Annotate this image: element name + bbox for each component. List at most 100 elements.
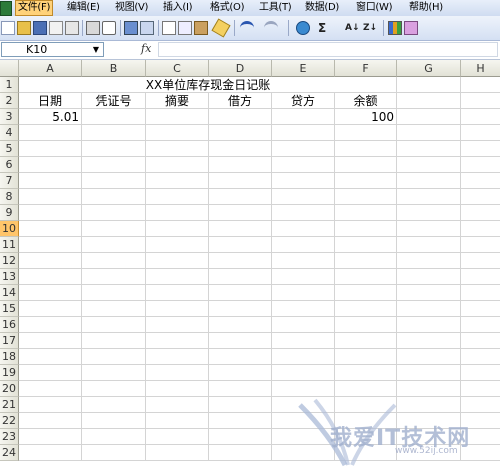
cell-e15[interactable] [272,301,335,317]
cell-c17[interactable] [146,333,209,349]
redo-icon[interactable] [264,21,278,35]
cell-e12[interactable] [272,253,335,269]
row-header-11[interactable]: 11 [0,237,19,253]
row-header-2[interactable]: 2 [0,93,19,109]
cell-b3[interactable] [82,109,146,125]
cell-a24[interactable] [19,445,82,461]
cell-a9[interactable] [19,205,82,221]
cell-e5[interactable] [272,141,335,157]
column-header-g[interactable]: G [397,60,461,77]
cell-e11[interactable] [272,237,335,253]
row-header-8[interactable]: 8 [0,189,19,205]
menu-window[interactable]: 窗口(W) [356,0,393,16]
cell-a17[interactable] [19,333,82,349]
cell-b17[interactable] [82,333,146,349]
cell-d12[interactable] [209,253,272,269]
cell-e23[interactable] [272,429,335,445]
cell-h19[interactable] [461,365,500,381]
cell-c13[interactable] [146,269,209,285]
copy-icon[interactable] [178,21,192,35]
spelling-icon[interactable] [124,21,138,35]
row-header-9[interactable]: 9 [0,205,19,221]
cell-c6[interactable] [146,157,209,173]
cell-f21[interactable] [335,397,397,413]
menu-help[interactable]: 帮助(H) [409,0,443,16]
cell-b2[interactable]: 凭证号 [82,93,146,109]
cell-c9[interactable] [146,205,209,221]
cell-e4[interactable] [272,125,335,141]
cell-d14[interactable] [209,285,272,301]
cell-h17[interactable] [461,333,500,349]
cell-b8[interactable] [82,189,146,205]
cell-d3[interactable] [209,109,272,125]
cell-e10[interactable] [272,221,335,237]
research-icon[interactable] [140,21,154,35]
cell-d10[interactable] [209,221,272,237]
cell-h8[interactable] [461,189,500,205]
row-header-16[interactable]: 16 [0,317,19,333]
cell-d2[interactable]: 借方 [209,93,272,109]
cell-a5[interactable] [19,141,82,157]
cell-h9[interactable] [461,205,500,221]
column-header-b[interactable]: B [82,60,146,77]
cell-g10[interactable] [397,221,461,237]
cell-b10[interactable] [82,221,146,237]
cell-e24[interactable] [272,445,335,461]
cell-e20[interactable] [272,381,335,397]
cell-d4[interactable] [209,125,272,141]
menu-format[interactable]: 格式(O) [210,0,244,16]
cell-f14[interactable] [335,285,397,301]
column-header-a[interactable]: A [19,60,82,77]
cell-e19[interactable] [272,365,335,381]
row-header-20[interactable]: 20 [0,381,19,397]
cell-c4[interactable] [146,125,209,141]
chart-wizard-icon[interactable] [388,21,402,35]
cell-d6[interactable] [209,157,272,173]
cell-g13[interactable] [397,269,461,285]
row-header-14[interactable]: 14 [0,285,19,301]
cell-h2[interactable] [461,93,500,109]
column-header-c[interactable]: C [146,60,209,77]
cell-c2[interactable]: 摘要 [146,93,209,109]
cell-d21[interactable] [209,397,272,413]
cell-g5[interactable] [397,141,461,157]
cell-c19[interactable] [146,365,209,381]
cell-c11[interactable] [146,237,209,253]
paste-icon[interactable] [194,21,208,35]
cell-a4[interactable] [19,125,82,141]
row-header-4[interactable]: 4 [0,125,19,141]
cell-d24[interactable] [209,445,272,461]
cell-h15[interactable] [461,301,500,317]
cell-h12[interactable] [461,253,500,269]
cell-b13[interactable] [82,269,146,285]
row-header-10[interactable]: 10 [0,221,19,237]
cell-f2[interactable]: 余额 [335,93,397,109]
cell-b19[interactable] [82,365,146,381]
cell-d13[interactable] [209,269,272,285]
cell-g19[interactable] [397,365,461,381]
cell-h11[interactable] [461,237,500,253]
cell-h5[interactable] [461,141,500,157]
cell-b15[interactable] [82,301,146,317]
cell-b22[interactable] [82,413,146,429]
cell-f9[interactable] [335,205,397,221]
cell-d22[interactable] [209,413,272,429]
cell-b11[interactable] [82,237,146,253]
cell-f10[interactable] [335,221,397,237]
cell-a14[interactable] [19,285,82,301]
cell-g8[interactable] [397,189,461,205]
cell-c7[interactable] [146,173,209,189]
cell-b20[interactable] [82,381,146,397]
cell-c12[interactable] [146,253,209,269]
column-header-e[interactable]: E [272,60,335,77]
cell-a6[interactable] [19,157,82,173]
cell-f16[interactable] [335,317,397,333]
cell-e21[interactable] [272,397,335,413]
cell-e18[interactable] [272,349,335,365]
cell-d8[interactable] [209,189,272,205]
excel-app-icon[interactable] [0,1,12,16]
email-icon[interactable] [65,21,79,35]
cell-e14[interactable] [272,285,335,301]
cell-g16[interactable] [397,317,461,333]
cell-g14[interactable] [397,285,461,301]
